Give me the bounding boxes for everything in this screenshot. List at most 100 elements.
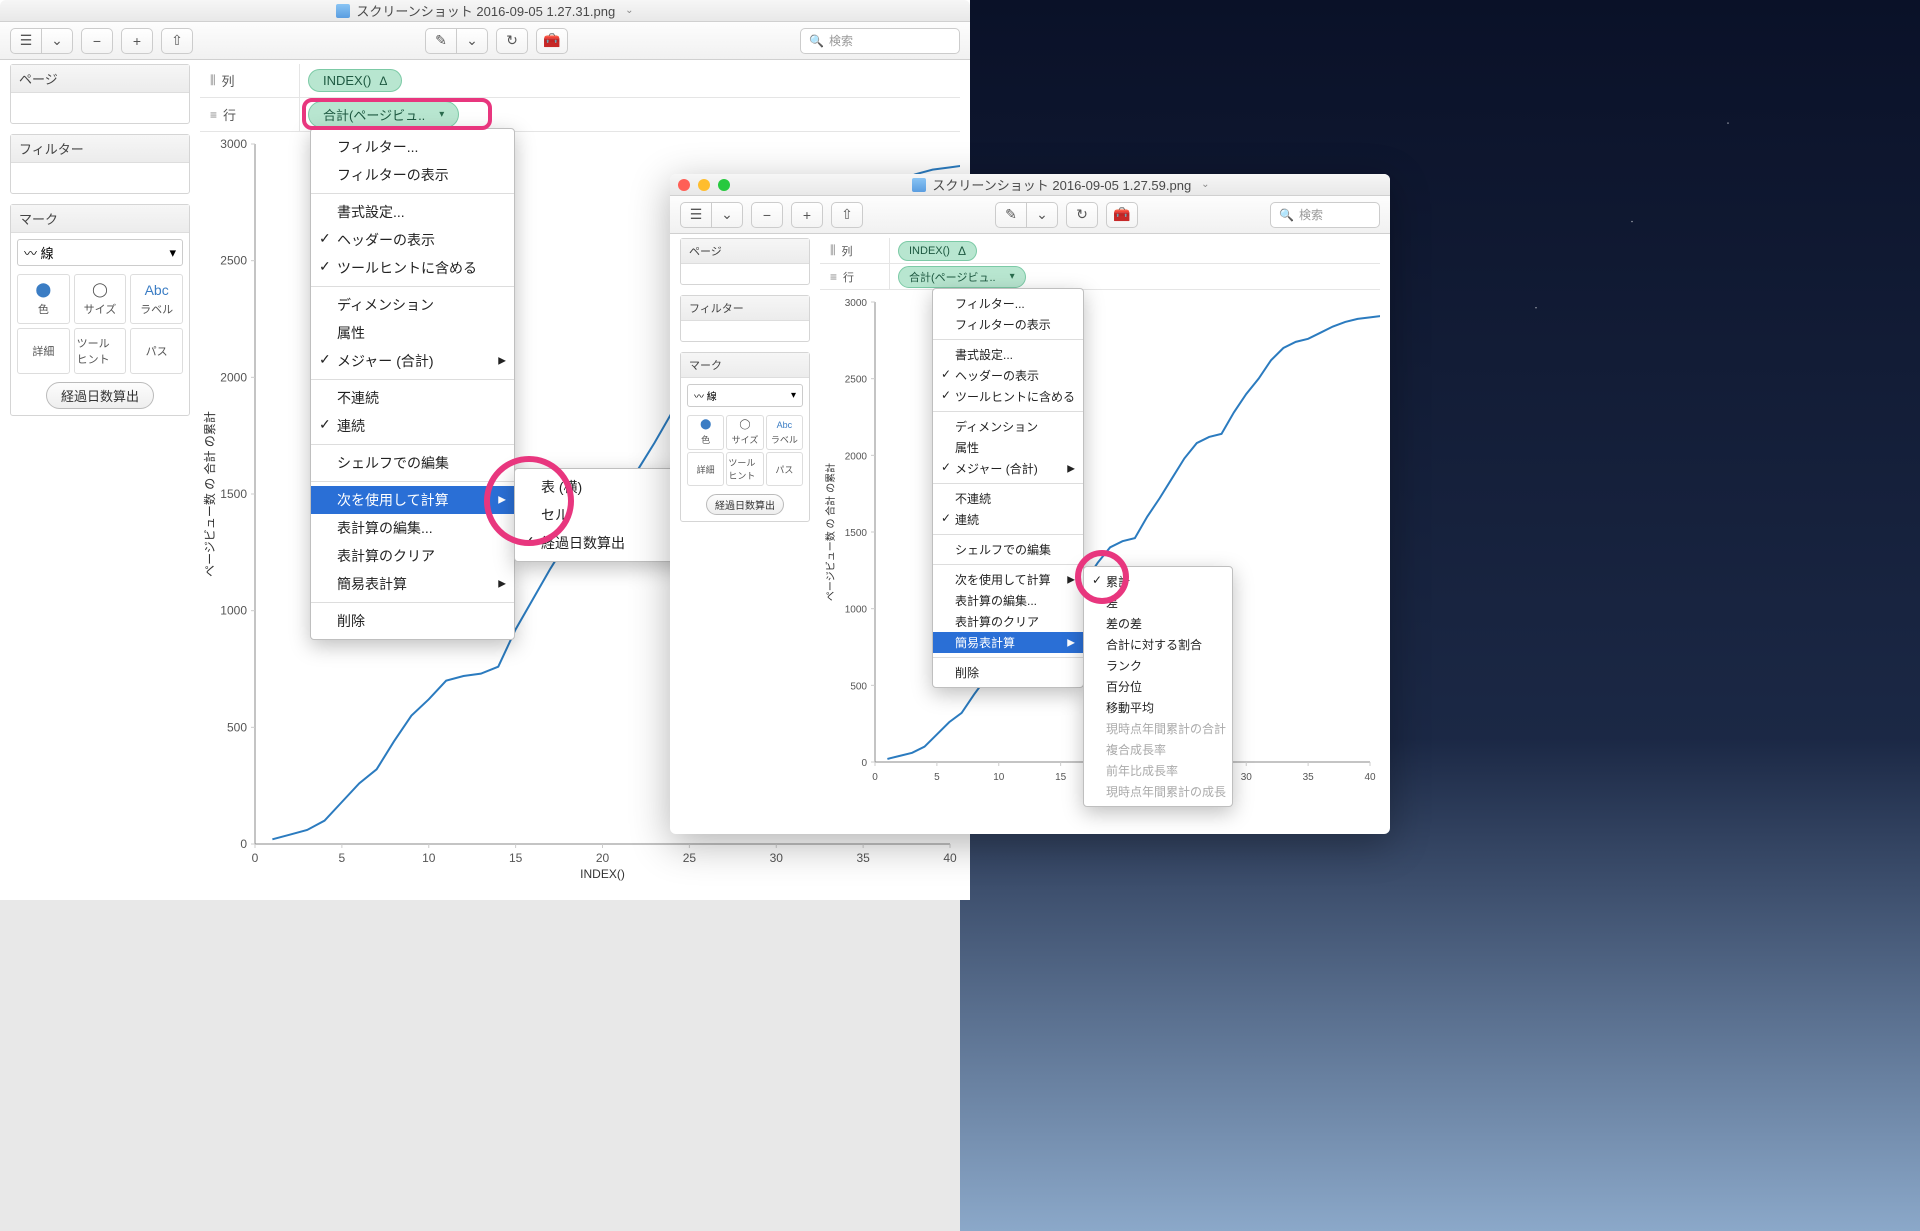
menu-show-header[interactable]: ヘッダーの表示 bbox=[311, 226, 514, 254]
caret-icon: ⌄ bbox=[1201, 179, 1209, 190]
highlight-circle bbox=[484, 456, 574, 546]
menu-remove[interactable]: 削除 bbox=[933, 662, 1083, 683]
zoom-out-button[interactable]: − bbox=[751, 202, 783, 228]
zoom-in-button[interactable]: + bbox=[121, 28, 153, 54]
menu-dimension[interactable]: ディメンション bbox=[311, 291, 514, 319]
menu-continuous[interactable]: 連続 bbox=[933, 509, 1083, 530]
menu-discrete[interactable]: 不連続 bbox=[311, 384, 514, 412]
edit-button[interactable]: ✎ bbox=[995, 202, 1027, 228]
columns-shelf[interactable]: ⫼列 INDEX()Δ bbox=[820, 238, 1380, 264]
markup-button[interactable]: 🧰 bbox=[1106, 202, 1138, 228]
menu-remove[interactable]: 削除 bbox=[311, 607, 514, 635]
svg-text:500: 500 bbox=[850, 681, 867, 692]
minimize-button[interactable] bbox=[698, 179, 710, 191]
rows-shelf[interactable]: ≡行 合計(ページビュ.. bbox=[820, 264, 1380, 290]
menu-show-filter[interactable]: フィルターの表示 bbox=[311, 161, 514, 189]
marks-tooltip[interactable]: ツール ヒント bbox=[74, 328, 127, 374]
toolbar: ☰ ⌄ − + ⇧ ✎ ⌄ ↻ 🧰 🔍 検索 bbox=[670, 196, 1390, 234]
menu-measure-sum[interactable]: メジャー (合計) bbox=[933, 458, 1083, 479]
menu-discrete[interactable]: 不連続 bbox=[933, 488, 1083, 509]
dropdown-button[interactable]: ⌄ bbox=[456, 28, 488, 54]
pill-index[interactable]: INDEX()Δ bbox=[898, 241, 977, 261]
titlebar[interactable]: スクリーンショット 2016-09-05 1.27.59.png ⌄ bbox=[670, 174, 1390, 196]
share-button[interactable]: ⇧ bbox=[831, 202, 863, 228]
dropdown-button[interactable]: ⌄ bbox=[41, 28, 73, 54]
marks-type-select[interactable]: 〰 線▾ bbox=[687, 384, 803, 407]
dropdown-button[interactable]: ⌄ bbox=[1026, 202, 1058, 228]
menu-edit-shelf[interactable]: シェルフでの編集 bbox=[933, 539, 1083, 560]
maximize-button[interactable] bbox=[718, 179, 730, 191]
edit-button[interactable]: ✎ bbox=[425, 28, 457, 54]
marks-color[interactable]: ⬤色 bbox=[17, 274, 70, 324]
field-pill-elapsed[interactable]: 経過日数算出 bbox=[706, 494, 784, 515]
marks-card[interactable]: マーク 〰 線▾ ⬤色 ◯サイズ Abcラベル 詳細 ツール ヒント パス 経過… bbox=[10, 204, 190, 416]
context-menu: フィルター... フィルターの表示 書式設定... ヘッダーの表示 ツールヒント… bbox=[310, 128, 515, 640]
marks-detail[interactable]: 詳細 bbox=[687, 452, 724, 486]
menu-format[interactable]: 書式設定... bbox=[311, 198, 514, 226]
share-button[interactable]: ⇧ bbox=[161, 28, 193, 54]
pill-index[interactable]: INDEX()Δ bbox=[308, 69, 402, 92]
menu-attribute[interactable]: 属性 bbox=[933, 437, 1083, 458]
menu-clear-tablecalc[interactable]: 表計算のクリア bbox=[311, 542, 514, 570]
menu-clear-tablecalc[interactable]: 表計算のクリア bbox=[933, 611, 1083, 632]
pages-shelf[interactable]: ページ bbox=[680, 238, 810, 285]
menu-quick-tablecalc[interactable]: 簡易表計算 bbox=[933, 632, 1083, 653]
submenu-pct-of-total[interactable]: 合計に対する割合 bbox=[1084, 634, 1232, 655]
marks-card[interactable]: マーク 〰 線▾ ⬤色 ◯サイズ Abcラベル 詳細 ツール ヒント パス 経過… bbox=[680, 352, 810, 522]
svg-text:0: 0 bbox=[872, 772, 878, 783]
marks-label[interactable]: Abcラベル bbox=[130, 274, 183, 324]
menu-quick-tablecalc[interactable]: 簡易表計算 bbox=[311, 570, 514, 598]
menu-show-filter[interactable]: フィルターの表示 bbox=[933, 314, 1083, 335]
menu-continuous[interactable]: 連続 bbox=[311, 412, 514, 440]
search-input[interactable]: 🔍 検索 bbox=[800, 28, 960, 54]
markup-button[interactable]: 🧰 bbox=[536, 28, 568, 54]
marks-color[interactable]: ⬤色 bbox=[687, 415, 724, 450]
menu-filter[interactable]: フィルター... bbox=[311, 133, 514, 161]
search-input[interactable]: 🔍 検索 bbox=[1270, 202, 1380, 228]
sidebar-toggle-button[interactable]: ☰ bbox=[10, 28, 42, 54]
submenu-percentile[interactable]: 百分位 bbox=[1084, 676, 1232, 697]
menu-filter[interactable]: フィルター... bbox=[933, 293, 1083, 314]
menu-include-tooltip[interactable]: ツールヒントに含める bbox=[933, 386, 1083, 407]
pill-sum-pageviews[interactable]: 合計(ページビュ.. bbox=[898, 266, 1026, 288]
svg-text:2500: 2500 bbox=[220, 254, 247, 268]
field-pill-elapsed[interactable]: 経過日数算出 bbox=[46, 382, 154, 409]
rotate-button[interactable]: ↻ bbox=[1066, 202, 1098, 228]
sidebar-toggle-button[interactable]: ☰ bbox=[680, 202, 712, 228]
pages-shelf[interactable]: ページ bbox=[10, 64, 190, 124]
menu-edit-tablecalc[interactable]: 表計算の編集... bbox=[933, 590, 1083, 611]
menu-format[interactable]: 書式設定... bbox=[933, 344, 1083, 365]
menu-edit-shelf[interactable]: シェルフでの編集 bbox=[311, 449, 514, 477]
filter-shelf[interactable]: フィルター bbox=[680, 295, 810, 342]
menu-compute-using[interactable]: 次を使用して計算 bbox=[933, 569, 1083, 590]
menu-measure-sum[interactable]: メジャー (合計) bbox=[311, 347, 514, 375]
zoom-out-button[interactable]: − bbox=[81, 28, 113, 54]
menu-show-header[interactable]: ヘッダーの表示 bbox=[933, 365, 1083, 386]
file-icon bbox=[912, 178, 926, 192]
menu-include-tooltip[interactable]: ツールヒントに含める bbox=[311, 254, 514, 282]
marks-path[interactable]: パス bbox=[130, 328, 183, 374]
menu-attribute[interactable]: 属性 bbox=[311, 319, 514, 347]
menu-dimension[interactable]: ディメンション bbox=[933, 416, 1083, 437]
filter-shelf[interactable]: フィルター bbox=[10, 134, 190, 194]
marks-detail[interactable]: 詳細 bbox=[17, 328, 70, 374]
svg-text:500: 500 bbox=[227, 720, 247, 734]
close-button[interactable] bbox=[678, 179, 690, 191]
marks-type-select[interactable]: 〰 線▾ bbox=[17, 239, 183, 266]
submenu-moving-avg[interactable]: 移動平均 bbox=[1084, 697, 1232, 718]
marks-label[interactable]: Abcラベル bbox=[766, 415, 803, 450]
marks-tooltip[interactable]: ツール ヒント bbox=[726, 452, 763, 486]
marks-size[interactable]: ◯サイズ bbox=[726, 415, 763, 450]
rotate-button[interactable]: ↻ bbox=[496, 28, 528, 54]
columns-shelf[interactable]: ⫼列 INDEX()Δ bbox=[200, 64, 960, 98]
dropdown-button[interactable]: ⌄ bbox=[711, 202, 743, 228]
svg-text:1500: 1500 bbox=[845, 528, 868, 539]
marks-size[interactable]: ◯サイズ bbox=[74, 274, 127, 324]
submenu-pct-diff[interactable]: 差の差 bbox=[1084, 613, 1232, 634]
marks-path[interactable]: パス bbox=[766, 452, 803, 486]
submenu-rank[interactable]: ランク bbox=[1084, 655, 1232, 676]
svg-text:3000: 3000 bbox=[220, 137, 247, 151]
zoom-in-button[interactable]: + bbox=[791, 202, 823, 228]
titlebar[interactable]: スクリーンショット 2016-09-05 1.27.31.png ⌄ bbox=[0, 0, 970, 22]
menu-edit-tablecalc[interactable]: 表計算の編集... bbox=[311, 514, 514, 542]
